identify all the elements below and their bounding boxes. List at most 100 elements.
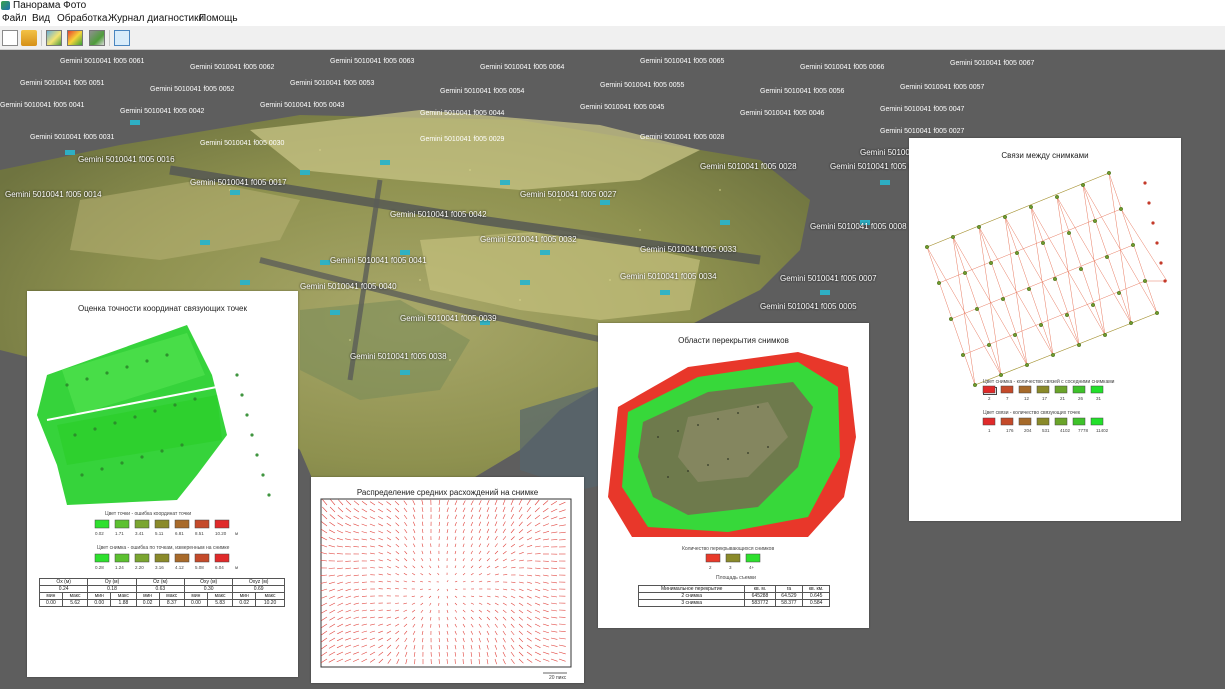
residual-vector — [321, 637, 328, 643]
color-map-icon[interactable] — [67, 30, 83, 46]
residual-vector — [542, 588, 549, 591]
menu-help[interactable]: Помощь — [199, 12, 238, 26]
legend-caption: Количество перекрывающихся снимков — [682, 546, 775, 552]
scale-label: 20 пикс — [549, 675, 567, 681]
residual-vector — [526, 651, 533, 656]
residual-vector — [369, 651, 376, 656]
camera-label: Gemini 5010041 f005 0034 — [620, 272, 717, 281]
residual-vector — [502, 588, 508, 591]
residual-vector — [438, 630, 440, 635]
residual-vector — [534, 530, 541, 534]
residual-vector — [446, 658, 448, 664]
residual-vector — [386, 551, 392, 555]
menu-file[interactable]: Файл — [2, 12, 27, 26]
menu-bar: Файл Вид Обработка Журнал диагностики По… — [0, 12, 1225, 26]
image-tool-icon[interactable] — [46, 30, 62, 46]
residual-vector — [369, 630, 376, 633]
residual-vector — [534, 630, 541, 634]
residual-vector — [502, 499, 506, 506]
residual-vector — [534, 567, 541, 569]
residual-vector — [550, 588, 558, 591]
residual-vector — [478, 565, 482, 569]
residual-vector — [386, 537, 392, 541]
residual-vector — [526, 588, 532, 592]
residual-vector — [558, 531, 566, 534]
residual-vector — [518, 658, 524, 664]
residual-vector — [534, 644, 541, 648]
residual-vector — [462, 630, 465, 635]
residual-vector — [478, 623, 482, 628]
menu-diagnostics-log[interactable]: Журнал диагностики — [108, 12, 204, 26]
residual-vector — [542, 595, 549, 598]
residual-vector — [412, 514, 416, 520]
residual-vector — [470, 500, 474, 506]
residual-vector — [486, 543, 490, 548]
residual-vector — [478, 507, 482, 513]
residual-vector — [344, 658, 352, 662]
residual-vector — [486, 581, 491, 583]
residual-vector — [414, 658, 416, 665]
residual-vector — [361, 602, 368, 605]
residual-vector — [420, 573, 424, 576]
report-image-links: Связи между снимками Цвет снимка - колич… — [909, 138, 1181, 521]
camera-label: Gemini 5010041 f005 0014 — [5, 190, 102, 199]
residual-vector — [353, 644, 360, 648]
open-folder-icon[interactable] — [21, 30, 37, 46]
residual-vector — [502, 595, 508, 598]
residual-vector — [361, 523, 368, 527]
residual-vector — [337, 595, 344, 599]
residual-vector — [526, 609, 532, 614]
residual-vector — [438, 507, 441, 513]
residual-vector — [386, 623, 392, 626]
residual-vector — [437, 588, 440, 591]
residual-vector — [345, 530, 352, 534]
legend-caption: Цвет связи - количество связующих точек — [983, 410, 1081, 416]
residual-vector — [337, 602, 344, 606]
residual-vector — [403, 507, 408, 513]
residual-vector — [353, 567, 360, 569]
residual-vector — [454, 558, 457, 562]
residual-vector — [470, 536, 473, 541]
residual-vector — [526, 552, 533, 555]
residual-vector — [550, 630, 558, 633]
camera-label: Gemini 5010041 f005 0017 — [190, 178, 287, 187]
residual-vector — [395, 588, 400, 590]
residual-vector — [320, 602, 328, 607]
residual-vector — [386, 580, 392, 583]
residual-vector — [370, 545, 376, 548]
residual-vector — [328, 552, 336, 555]
residual-vector — [328, 644, 336, 649]
image-process-icon[interactable] — [89, 30, 105, 46]
residual-vector — [550, 602, 558, 605]
residual-vector — [378, 637, 384, 641]
residual-vector — [412, 565, 416, 569]
residual-vector — [386, 637, 392, 642]
residual-vector — [394, 500, 400, 506]
residual-vector — [446, 507, 449, 513]
residual-vector — [438, 644, 440, 650]
residual-vector — [403, 623, 408, 628]
residual-vector — [344, 651, 352, 655]
window-icon[interactable] — [114, 30, 130, 46]
menu-view[interactable]: Вид — [32, 12, 50, 26]
residual-vector — [395, 529, 400, 534]
residual-vector — [328, 545, 336, 548]
residual-vector — [361, 637, 368, 641]
residual-vector — [502, 602, 507, 606]
residual-vector — [321, 513, 328, 520]
residual-vector — [378, 623, 384, 626]
residual-vector — [320, 581, 328, 584]
residual-vector — [337, 581, 344, 584]
residual-vector — [378, 581, 384, 583]
residual-vector — [413, 651, 416, 657]
residual-vector — [361, 651, 368, 655]
residual-vector — [558, 637, 566, 640]
residual-vector — [421, 514, 424, 520]
residual-vector — [470, 550, 473, 555]
menu-processing[interactable]: Обработка — [57, 12, 107, 26]
residual-vector — [518, 581, 524, 584]
new-document-icon[interactable] — [2, 30, 18, 46]
residual-vector — [429, 602, 432, 606]
residual-vector — [462, 565, 465, 569]
residual-vector — [462, 595, 466, 598]
